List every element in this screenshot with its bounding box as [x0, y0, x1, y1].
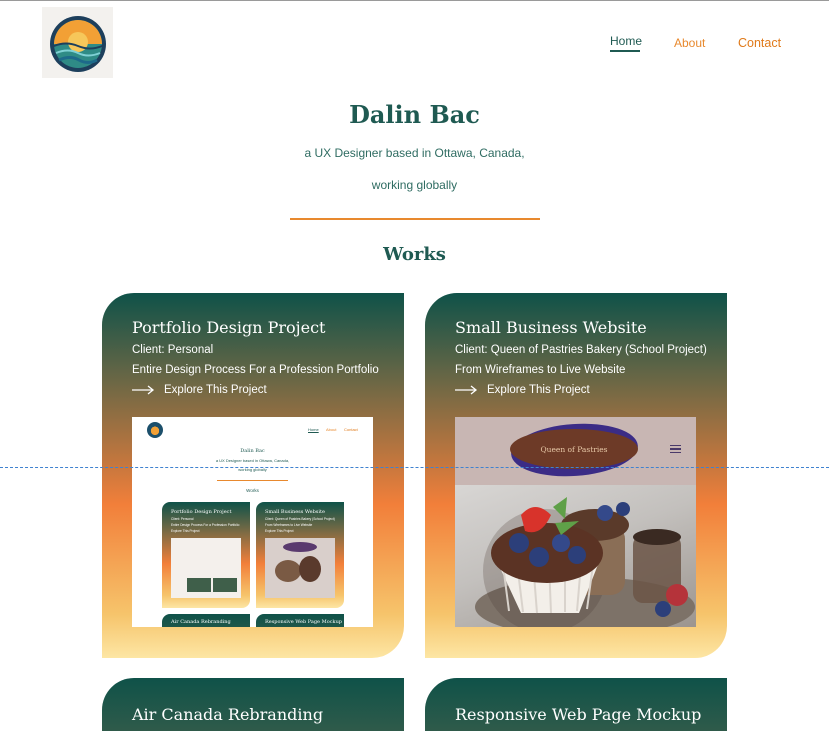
- project-title: Air Canada Rebranding: [132, 705, 324, 724]
- hero-name: Dalin Bac: [349, 100, 480, 129]
- hero-tagline-line2: working globally: [371, 178, 458, 192]
- top-border: [0, 0, 829, 1]
- arrow-right-icon: [455, 385, 478, 395]
- mini-card-air-canada: Air Canada Rebranding: [162, 614, 250, 627]
- mini-card-desc: From Wireframes to Live Website: [265, 523, 313, 527]
- cupcake-photo-illustration: [475, 497, 695, 627]
- mini-card-explore: Explore This Project: [265, 529, 294, 533]
- sunset-logo-icon: [50, 16, 106, 72]
- mini-card-client: Client: Queen of Pastries Bakery (School…: [265, 517, 335, 521]
- hamburger-menu-icon: [670, 445, 681, 455]
- pastry-photo: [455, 485, 696, 627]
- arrow-right-icon: [132, 385, 155, 395]
- mini-card-portfolio: Portfolio Design Project Client: Persona…: [162, 502, 250, 608]
- project-description: From Wireframes to Live Website: [455, 364, 626, 376]
- mini-nav-home: Home: [308, 427, 319, 432]
- project-description: Entire Design Process For a Profession P…: [132, 364, 379, 376]
- mini-divider: [217, 480, 288, 481]
- mini-nav-contact: Contact: [344, 427, 358, 432]
- project-client: Client: Queen of Pastries Bakery (School…: [455, 344, 707, 356]
- project-thumbnail-pastries[interactable]: Queen of Pastries: [455, 417, 696, 627]
- mini-works: Works: [246, 488, 259, 493]
- guide-line: [0, 467, 829, 468]
- nav-contact-link[interactable]: Contact: [738, 36, 781, 50]
- mini-card-title: Responsive Web Page Mockup: [265, 619, 342, 625]
- project-card-responsive-mockup[interactable]: Responsive Web Page Mockup: [425, 678, 727, 731]
- project-title: Small Business Website: [455, 318, 647, 337]
- section-divider: [290, 218, 540, 220]
- explore-project-link[interactable]: Explore This Project: [132, 384, 267, 396]
- explore-project-link[interactable]: Explore This Project: [455, 384, 590, 396]
- mini-card-explore: Explore This Project: [171, 529, 200, 533]
- mini-card-title: Air Canada Rebranding: [171, 619, 231, 625]
- nav-home-link[interactable]: Home: [610, 34, 642, 48]
- mini-card-business: Small Business Website Client: Queen of …: [256, 502, 344, 608]
- project-thumbnail-portfolio[interactable]: Home About Contact Dalin Bac a UX Design…: [132, 417, 373, 627]
- nav-about-link[interactable]: About: [674, 36, 705, 50]
- mini-card-title: Portfolio Design Project: [171, 509, 232, 515]
- project-title: Responsive Web Page Mockup: [455, 705, 702, 724]
- brand-badge: Queen of Pastries: [510, 429, 638, 469]
- works-heading: Works: [383, 244, 446, 265]
- project-client: Client: Personal: [132, 344, 214, 356]
- mini-name: Dalin Bac: [240, 448, 265, 454]
- mini-card-responsive: Responsive Web Page Mockup: [256, 614, 344, 627]
- project-card-small-business[interactable]: Small Business Website Client: Queen of …: [425, 293, 727, 658]
- mini-nav-about: About: [326, 427, 337, 432]
- nav-active-underline: [610, 50, 640, 52]
- brand-name: Queen of Pastries: [540, 444, 608, 454]
- mini-card-thumb: [265, 538, 335, 598]
- project-title: Portfolio Design Project: [132, 318, 326, 337]
- mini-tagline-1: a UX Designer based in Ottawa, Canada,: [215, 458, 290, 463]
- site-logo[interactable]: [42, 7, 113, 78]
- explore-label: Explore This Project: [487, 384, 590, 396]
- project-card-portfolio[interactable]: Portfolio Design Project Client: Persona…: [102, 293, 404, 658]
- hero-tagline-line1: a UX Designer based in Ottawa, Canada,: [304, 146, 525, 160]
- mini-logo-icon: [147, 422, 163, 438]
- explore-label: Explore This Project: [164, 384, 267, 396]
- mini-card-thumb: [171, 538, 241, 598]
- mini-card-title: Small Business Website: [265, 509, 325, 515]
- mini-card-client: Client: Personal: [171, 517, 194, 521]
- mini-card-desc: Entire Design Process For a Profession P…: [171, 523, 240, 527]
- project-card-air-canada[interactable]: Air Canada Rebranding: [102, 678, 404, 731]
